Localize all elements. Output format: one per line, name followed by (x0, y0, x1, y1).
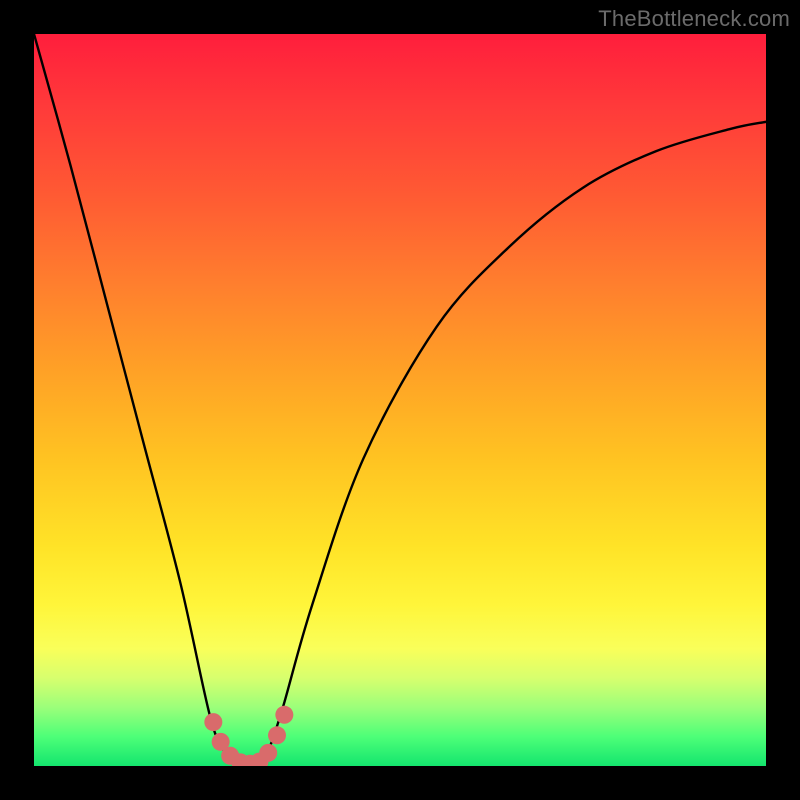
chart-frame: TheBottleneck.com (0, 0, 800, 800)
plot-area (34, 34, 766, 766)
curve-svg (34, 34, 766, 766)
marker-dot (259, 744, 277, 762)
bottleneck-curve (34, 34, 766, 766)
min-region-dots (204, 706, 293, 766)
watermark-text: TheBottleneck.com (598, 6, 790, 32)
marker-dot (275, 706, 293, 724)
marker-dot (268, 726, 286, 744)
marker-dot (204, 713, 222, 731)
